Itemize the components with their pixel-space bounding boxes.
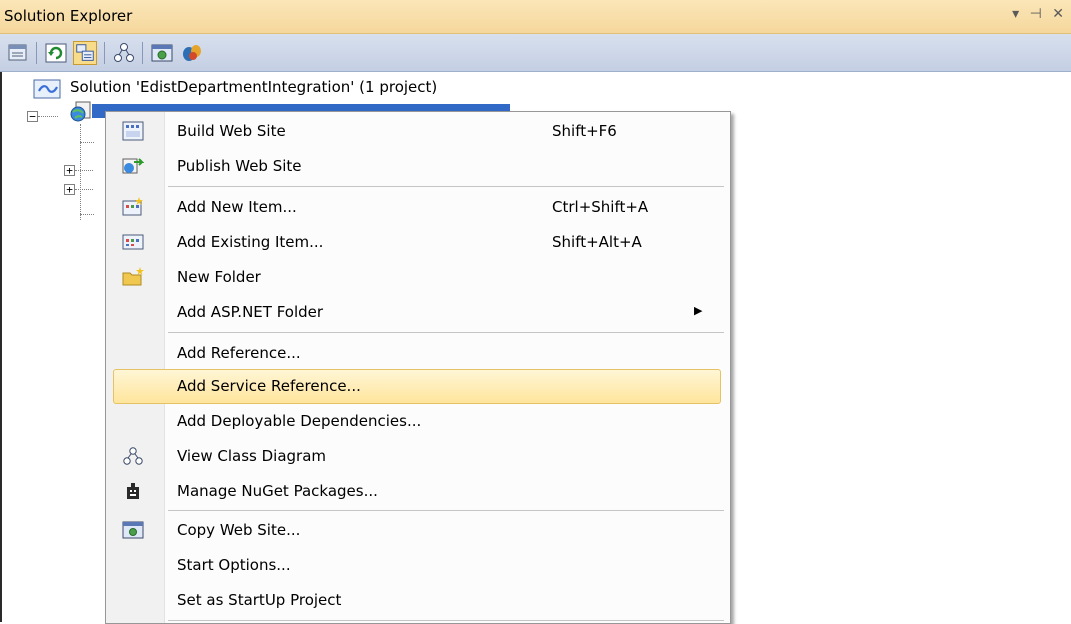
properties-icon[interactable] (6, 41, 30, 65)
menu-item-shortcut: Ctrl+Shift+A (552, 198, 649, 216)
menu-separator (168, 620, 724, 621)
menu-item-label: Build Web Site (177, 122, 286, 140)
menu-item-manage-nuget-packages[interactable]: Manage NuGet Packages... (106, 474, 730, 509)
menu-item-label: Publish Web Site (177, 157, 302, 175)
menu-item-add-existing-item[interactable]: Add Existing Item... Shift+Alt+A (106, 225, 730, 260)
menu-item-label: View Class Diagram (177, 447, 326, 465)
menu-item-add-new-item[interactable]: Add New Item... Ctrl+Shift+A (106, 190, 730, 225)
menu-item-label: New Folder (177, 268, 261, 286)
menu-item-label: Copy Web Site... (177, 521, 301, 539)
project-context-menu: Build Web Site Shift+F6 Publish Web Site… (105, 111, 731, 624)
build-icon (122, 121, 144, 141)
menu-item-label: Start Options... (177, 556, 291, 574)
existing-item-icon (122, 232, 144, 252)
menu-item-label: Add Existing Item... (177, 233, 324, 251)
menu-item-label: Set as StartUp Project (177, 591, 342, 609)
menu-item-add-service-reference[interactable]: Add Service Reference... (113, 369, 721, 404)
class-diagram-icon[interactable] (112, 41, 136, 65)
nuget-package-icon (122, 481, 144, 501)
tree-connector (75, 189, 93, 190)
folder-expand-toggle[interactable]: + (64, 165, 75, 176)
menu-item-new-folder[interactable]: New Folder (106, 260, 730, 295)
solution-icon (33, 78, 63, 100)
folder-expand-toggle[interactable]: + (64, 184, 75, 195)
menu-item-label: Manage NuGet Packages... (177, 482, 378, 500)
solution-label[interactable]: Solution 'EdistDepartmentIntegration' (1… (70, 78, 437, 96)
menu-item-start-options[interactable]: Start Options... (106, 548, 730, 583)
menu-item-label: Add Reference... (177, 344, 301, 362)
menu-separator (168, 510, 724, 511)
menu-separator (168, 332, 724, 333)
solution-explorer-toolbar (0, 34, 1071, 72)
tree-connector (80, 124, 81, 220)
new-item-icon (122, 197, 144, 217)
menu-item-add-deployable-dependencies[interactable]: Add Deployable Dependencies... (106, 404, 730, 439)
refresh-icon[interactable] (44, 41, 68, 65)
menu-item-add-aspnet-folder[interactable]: Add ASP.NET Folder ▶ (106, 295, 730, 330)
menu-item-shortcut: Shift+F6 (552, 122, 617, 140)
show-all-files-icon[interactable] (73, 41, 97, 65)
menu-item-label: Add Deployable Dependencies... (177, 412, 422, 430)
panel-left-border (0, 72, 2, 622)
menu-item-label: Add ASP.NET Folder (177, 303, 324, 321)
menu-item-view-class-diagram[interactable]: View Class Diagram (106, 439, 730, 474)
copy-web-site-icon[interactable] (150, 41, 174, 65)
tree-connector (38, 116, 58, 117)
web-project-icon (68, 100, 94, 124)
menu-item-copy-web-site[interactable]: Copy Web Site... (106, 513, 730, 548)
panel-window-controls[interactable]: ▾ ⊣ ✕ (1012, 6, 1067, 22)
project-collapse-toggle[interactable]: − (27, 111, 38, 122)
tree-connector (80, 214, 94, 215)
menu-item-shortcut: Shift+Alt+A (552, 233, 642, 251)
menu-item-label: Add Service Reference... (177, 377, 361, 395)
copy-web-site-icon (122, 520, 144, 540)
menu-item-add-reference[interactable]: Add Reference... (106, 336, 730, 371)
class-diagram-icon (122, 446, 144, 466)
panel-title-bar: Solution Explorer ▾ ⊣ ✕ (0, 0, 1071, 34)
tree-connector (75, 170, 93, 171)
menu-item-build-web-site[interactable]: Build Web Site Shift+F6 (106, 114, 730, 149)
toolbar-separator (36, 42, 37, 64)
menu-separator (168, 186, 724, 187)
publish-icon (122, 156, 145, 176)
menu-item-label: Add New Item... (177, 198, 297, 216)
panel-title: Solution Explorer (4, 7, 133, 25)
menu-item-set-as-startup-project[interactable]: Set as StartUp Project (106, 583, 730, 618)
toolbar-separator (104, 42, 105, 64)
new-folder-icon (122, 267, 144, 287)
submenu-arrow-icon: ▶ (694, 304, 703, 317)
toolbar-separator (142, 42, 143, 64)
tree-connector (80, 142, 94, 143)
nuget-icon[interactable] (180, 41, 204, 65)
menu-item-publish-web-site[interactable]: Publish Web Site (106, 149, 730, 184)
